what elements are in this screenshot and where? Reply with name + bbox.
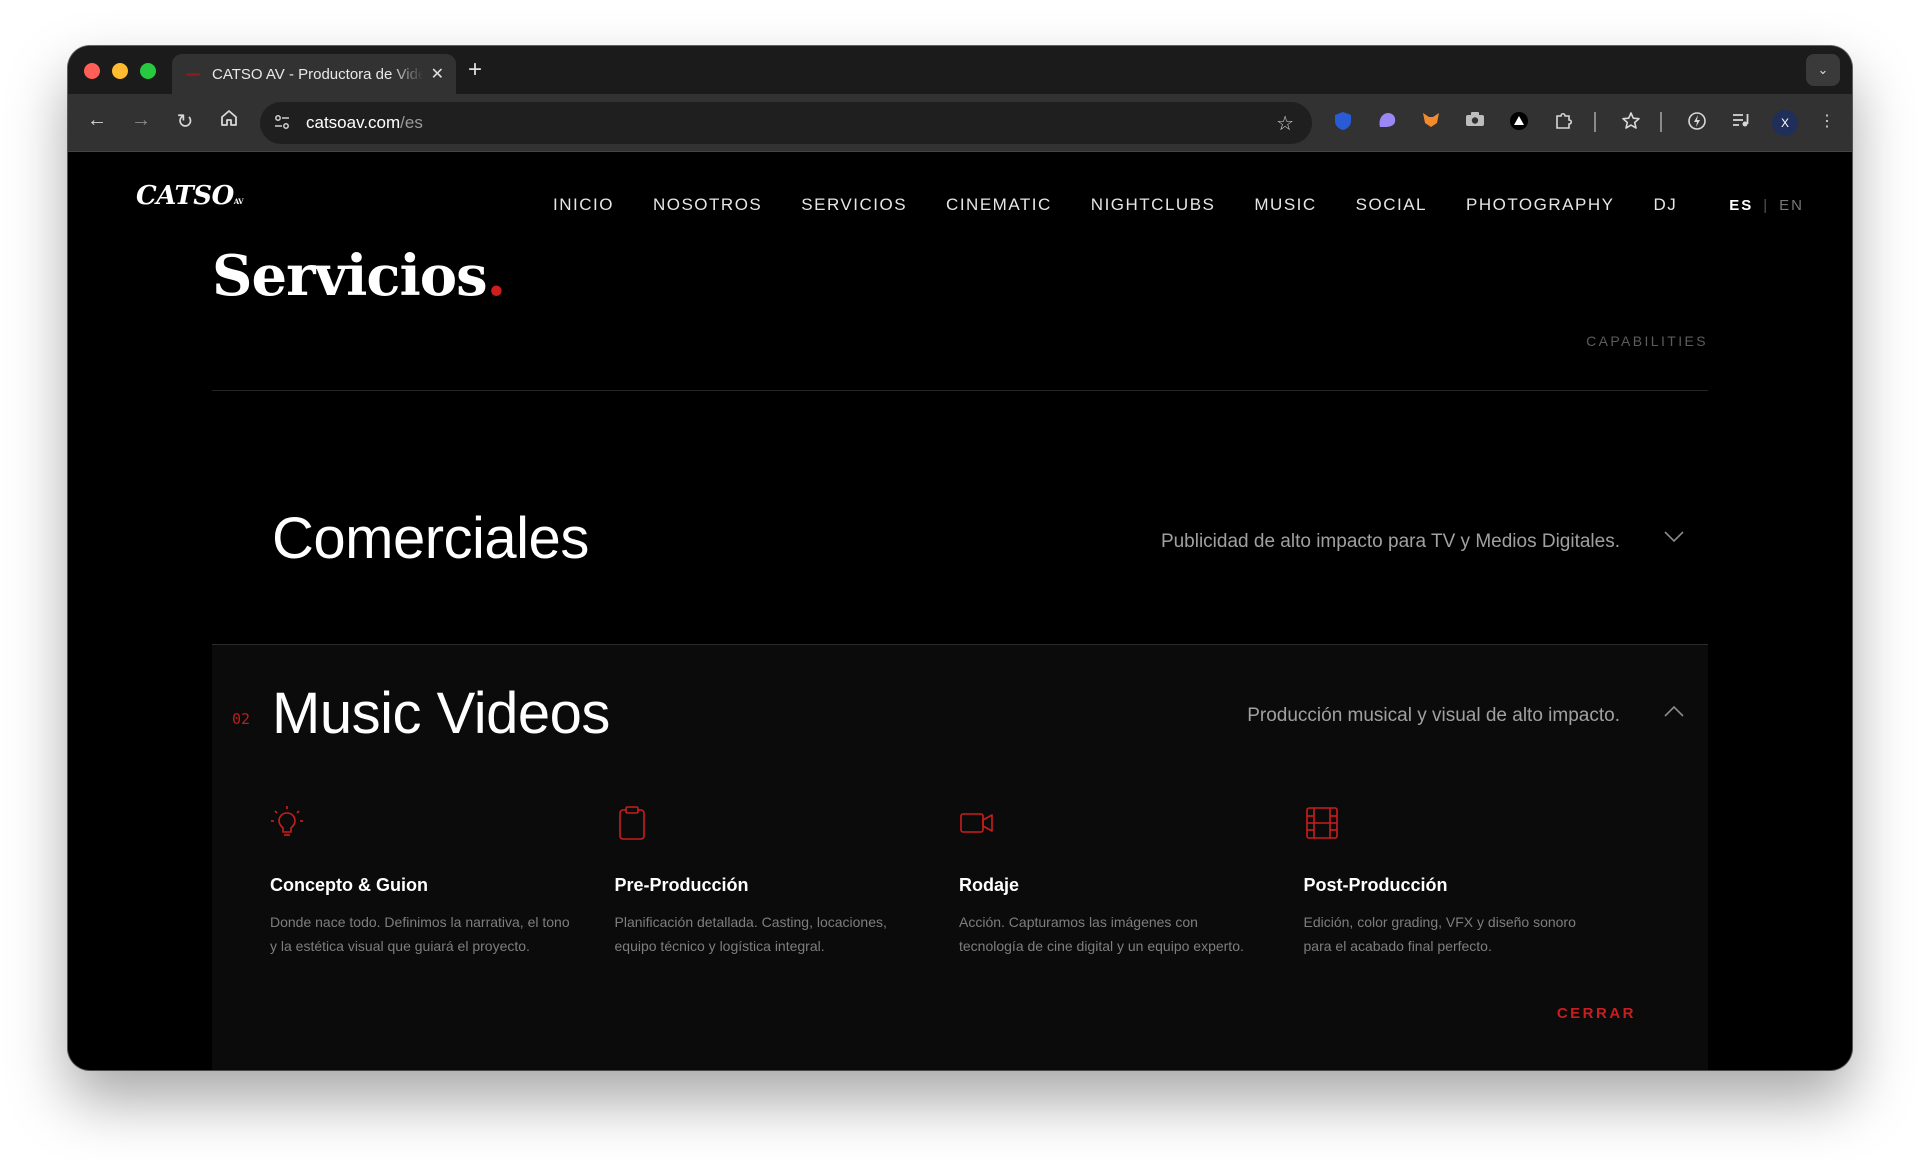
page-title-text: Servicios [212,243,488,309]
step-card: Concepto & Guion Donde nace todo. Defini… [270,805,615,958]
browser-window: CATSO AV - Productora de Videos ✕ + ⌄ ← … [68,46,1852,1070]
site-info-icon[interactable] [274,114,290,133]
page-title: Servicios. [212,243,506,309]
step-title: Concepto & Guion [270,875,428,895]
puzzle-extension-icon[interactable] [1552,111,1574,133]
logo-sub-text: AV [233,197,244,206]
camera-extension-icon[interactable] [1464,111,1486,133]
shield-extension-icon[interactable] [1332,111,1354,133]
film-icon [1304,805,1649,845]
nav-item-servicios[interactable]: SERVICIOS [801,195,907,215]
nav-item-cinematic[interactable]: CINEMATIC [946,195,1052,215]
accordion-item-music-videos: 02 Music Videos Producción musical y vis… [212,644,1708,1070]
back-arrow-icon[interactable]: ← [84,109,110,132]
home-icon[interactable] [216,109,242,133]
step-title: Post-Producción [1303,875,1448,895]
tab-search-button[interactable]: ⌄ [1806,54,1840,86]
nav-item-photography[interactable]: PHOTOGRAPHY [1466,195,1614,215]
chevron-up-icon[interactable] [1664,701,1684,722]
web-page: CATSOAV INICIO NOSOTROS SERVICIOS CINEMA… [68,153,1852,1070]
accordion-title[interactable]: Music Videos [272,680,610,747]
lightbulb-icon [270,805,615,845]
ghost-extension-icon[interactable] [1376,111,1398,133]
reading-list-star-icon[interactable] [1620,111,1642,133]
tab-close-icon[interactable]: ✕ [431,64,444,84]
browser-toolbar: ← → ↻ catsoav.com/es ☆ X ⋮ [68,94,1852,152]
nav-item-nightclubs[interactable]: NIGHTCLUBS [1091,195,1216,215]
accordion-title: Comerciales [272,506,589,571]
bookmark-star-icon[interactable]: ☆ [1276,111,1294,136]
profile-avatar[interactable]: X [1772,110,1798,136]
url-host: catsoav.com [306,113,401,132]
chevron-down-icon[interactable] [1664,527,1684,548]
site-navigation: INICIO NOSOTROS SERVICIOS CINEMATIC NIGH… [514,195,1804,215]
nav-item-dj[interactable]: DJ [1653,195,1677,215]
fox-extension-icon[interactable] [1420,111,1442,133]
toolbar-divider [1660,112,1662,132]
forward-arrow-icon[interactable]: → [128,109,154,132]
language-switcher: ES | EN [1729,197,1804,214]
step-card: Pre-Producción Planificación detallada. … [615,805,960,958]
close-accordion-button[interactable]: CERRAR [1557,1005,1636,1022]
step-text: Planificación detallada. Casting, locaci… [614,914,887,954]
nav-item-nosotros[interactable]: NOSOTROS [653,195,762,215]
bolt-extension-icon[interactable] [1686,111,1708,133]
section-subtitle: CAPABILITIES [1586,333,1708,349]
divider [212,390,1708,391]
lang-en-link[interactable]: EN [1779,197,1804,214]
new-tab-button[interactable]: + [468,56,482,84]
step-title: Pre-Producción [614,875,749,895]
step-text: Donde nace todo. Definimos la narrativa,… [270,914,570,954]
maximize-window-button[interactable] [140,63,156,79]
video-camera-icon [959,805,1304,845]
lang-separator: | [1763,196,1770,214]
reload-icon[interactable]: ↻ [172,109,198,134]
accordion-number: 02 [232,710,251,728]
close-window-button[interactable] [84,63,100,79]
clipboard-icon [615,805,960,845]
favicon-icon [186,72,200,76]
step-title: Rodaje [959,875,1020,895]
browser-tab-active[interactable]: CATSO AV - Productora de Videos ✕ [172,54,456,94]
title-accent-dot: . [486,243,506,309]
nav-item-inicio[interactable]: INICIO [553,195,614,215]
media-queue-icon[interactable] [1730,111,1752,133]
triangle-extension-icon[interactable] [1508,111,1530,133]
step-text: Edición, color grading, VFX y diseño son… [1303,914,1576,954]
tab-strip: CATSO AV - Productora de Videos ✕ + ⌄ [68,46,1852,94]
accordion-description: Publicidad de alto impacto para TV y Med… [1160,531,1620,552]
accordion-item-comerciales[interactable]: Comerciales Publicidad de alto impacto p… [212,485,1708,645]
process-steps: Concepto & Guion Donde nace todo. Defini… [270,805,1648,958]
nav-item-social[interactable]: SOCIAL [1356,195,1427,215]
toolbar-divider [1594,112,1596,132]
url-path: /es [400,113,423,132]
accordion-description: Producción musical y visual de alto impa… [1247,705,1620,726]
step-card: Post-Producción Edición, color grading, … [1304,805,1649,958]
site-logo[interactable]: CATSOAV [136,181,244,211]
tab-title: CATSO AV - Productora de Videos [212,65,423,83]
lang-es-link[interactable]: ES [1729,197,1753,214]
step-card: Rodaje Acción. Capturamos las imágenes c… [959,805,1304,958]
step-text: Acción. Capturamos las imágenes con tecn… [959,914,1244,954]
nav-item-music[interactable]: MUSIC [1254,195,1316,215]
address-bar[interactable]: catsoav.com/es ☆ [260,102,1312,144]
minimize-window-button[interactable] [112,63,128,79]
logo-text: CATSO [136,181,234,211]
kebab-menu-icon[interactable]: ⋮ [1816,111,1838,133]
